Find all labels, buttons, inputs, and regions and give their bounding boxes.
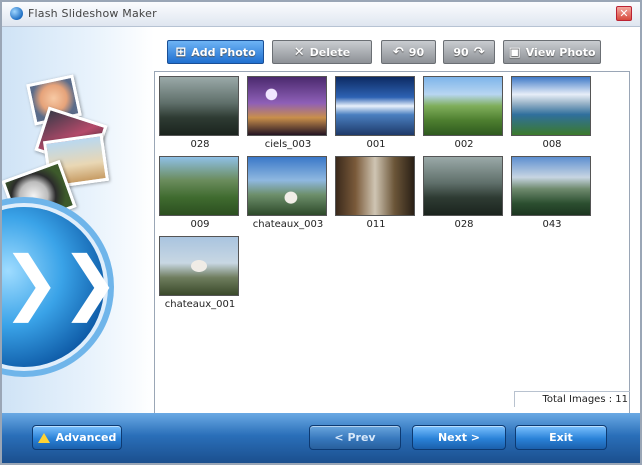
photo-caption: 028 [190, 139, 210, 150]
photo-thumbnail-image [159, 236, 239, 296]
photo-caption: 043 [542, 219, 562, 230]
title-bar[interactable]: Flash Slideshow Maker ✕ [2, 2, 640, 27]
next-button[interactable]: Next > [412, 425, 506, 450]
photo-thumb[interactable]: 002 [423, 76, 505, 150]
add-photo-label: Add Photo [191, 45, 256, 59]
photo-caption: 002 [454, 139, 474, 150]
delete-label: Delete [309, 45, 351, 59]
photo-caption: 011 [366, 219, 386, 230]
delete-button[interactable]: ✕ Delete [272, 40, 372, 64]
close-icon: ✕ [619, 7, 629, 20]
photo-caption: chateaux_001 [164, 299, 236, 310]
close-button[interactable]: ✕ [616, 6, 632, 21]
rotate-right-icon: ↷ [473, 44, 485, 60]
photo-caption: ciels_003 [264, 139, 312, 150]
photo-thumbnail-image [247, 76, 327, 136]
photo-thumb[interactable]: 028 [159, 76, 241, 150]
photo-thumb[interactable]: 009 [159, 156, 241, 230]
advanced-label: Advanced [55, 431, 117, 444]
photo-thumbnail-image [335, 156, 415, 216]
advanced-triangle-icon [37, 432, 50, 443]
photo-thumbnail-image [423, 76, 503, 136]
view-photo-icon: ▣ [508, 44, 521, 60]
photo-caption: 001 [366, 139, 386, 150]
photo-thumbnail-image [159, 156, 239, 216]
photo-thumb[interactable]: 008 [511, 76, 593, 150]
prev-button[interactable]: < Prev [309, 425, 401, 450]
app-icon [10, 7, 23, 20]
total-images-count: Total Images : 11 [514, 391, 630, 407]
photo-thumbnail-image [335, 76, 415, 136]
photo-thumbnail-image [511, 156, 591, 216]
photo-thumb[interactable]: chateaux_001 [159, 236, 241, 310]
next-label: Next > [437, 431, 481, 444]
decorative-side-art: ❯❯ [2, 27, 154, 413]
photo-caption: 028 [454, 219, 474, 230]
photo-thumb[interactable]: ciels_003 [247, 76, 329, 150]
delete-x-icon: ✕ [293, 44, 305, 60]
footer-bar: Advanced < Prev Next > Exit [2, 413, 640, 463]
photo-thumbnail-image [159, 76, 239, 136]
photo-thumbnail-image [511, 76, 591, 136]
photo-thumb[interactable]: chateaux_003 [247, 156, 329, 230]
photo-thumb[interactable]: 043 [511, 156, 593, 230]
advanced-button[interactable]: Advanced [32, 425, 122, 450]
exit-label: Exit [549, 431, 573, 444]
add-photo-button[interactable]: ⊞ Add Photo [167, 40, 264, 64]
photo-thumbnail-image [247, 156, 327, 216]
rotate-right-label: 90 [453, 45, 469, 59]
photo-grid[interactable]: 028 ciels_003 001 002 008 009 chateaux_0… [154, 71, 630, 415]
main-content: ❯❯ ⊞ Add Photo ✕ Delete ↶ 90 90 ↷ ▣ View… [2, 27, 640, 415]
view-photo-label: View Photo [525, 45, 596, 59]
photo-caption: 009 [190, 219, 210, 230]
photo-caption: chateaux_003 [252, 219, 324, 230]
rotate-left-icon: ↶ [392, 44, 404, 60]
photo-thumbnail-image [423, 156, 503, 216]
photo-thumb[interactable]: 001 [335, 76, 417, 150]
add-photo-icon: ⊞ [175, 44, 187, 60]
app-window: Flash Slideshow Maker ✕ ❯❯ ⊞ Add Photo ✕… [0, 0, 642, 465]
rotate-right-button[interactable]: 90 ↷ [443, 40, 495, 64]
view-photo-button[interactable]: ▣ View Photo [503, 40, 601, 64]
photo-thumb[interactable]: 011 [335, 156, 417, 230]
rotate-left-button[interactable]: ↶ 90 [381, 40, 436, 64]
prev-label: < Prev [334, 431, 376, 444]
slideshow-logo: ❯❯ [2, 207, 119, 367]
rotate-left-label: 90 [408, 45, 425, 59]
photo-thumb[interactable]: 028 [423, 156, 505, 230]
window-title: Flash Slideshow Maker [28, 7, 157, 20]
photo-caption: 008 [542, 139, 562, 150]
exit-button[interactable]: Exit [515, 425, 607, 450]
forward-arrows-icon: ❯❯ [2, 241, 120, 323]
